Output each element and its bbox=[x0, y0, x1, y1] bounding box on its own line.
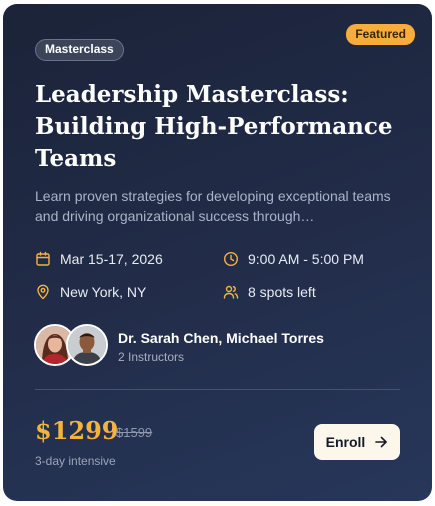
original-price: $1599 bbox=[116, 425, 153, 440]
location-detail: New York, NY bbox=[35, 282, 146, 302]
divider bbox=[35, 389, 400, 390]
instructor-avatars bbox=[34, 324, 110, 366]
course-card[interactable]: Featured Masterclass Leadership Mastercl… bbox=[3, 4, 432, 501]
date-detail: Mar 15-17, 2026 bbox=[35, 249, 163, 269]
instructor-count: 2 Instructors bbox=[118, 350, 185, 364]
enroll-button[interactable]: Enroll bbox=[314, 424, 400, 460]
spots-detail: 8 spots left bbox=[223, 282, 316, 302]
enroll-label: Enroll bbox=[325, 434, 366, 450]
users-icon bbox=[223, 285, 239, 299]
instructor-info: Dr. Sarah Chen, Michael Torres 2 Instruc… bbox=[118, 329, 324, 365]
featured-badge: Featured bbox=[346, 24, 415, 45]
date-text: Mar 15-17, 2026 bbox=[60, 251, 163, 267]
course-duration: 3-day intensive bbox=[35, 454, 116, 468]
course-description: Learn proven strategies for developing e… bbox=[35, 188, 391, 224]
price: $1299 bbox=[35, 416, 119, 445]
time-text: 9:00 AM - 5:00 PM bbox=[248, 251, 364, 267]
time-detail: 9:00 AM - 5:00 PM bbox=[223, 249, 364, 269]
location-text: New York, NY bbox=[60, 284, 147, 300]
arrow-right-icon bbox=[375, 436, 388, 448]
map-pin-icon bbox=[37, 284, 49, 300]
avatar bbox=[66, 324, 108, 366]
instructor-names: Dr. Sarah Chen, Michael Torres bbox=[118, 330, 324, 346]
spots-text: 8 spots left bbox=[248, 284, 316, 300]
clock-icon bbox=[223, 251, 239, 267]
category-tag: Masterclass bbox=[35, 39, 124, 61]
calendar-icon bbox=[36, 251, 50, 266]
person-portrait-icon bbox=[68, 326, 106, 364]
course-title: Leadership Masterclass: Building High-Pe… bbox=[35, 81, 393, 172]
